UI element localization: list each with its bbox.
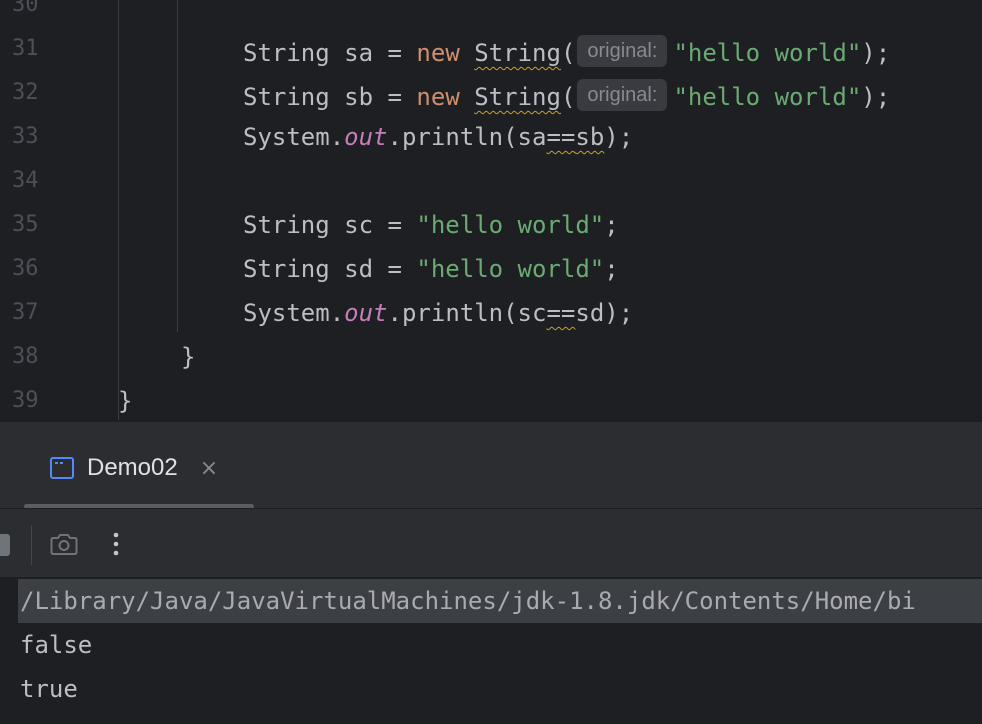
code-token: System. bbox=[243, 123, 345, 151]
code-token: "hello world" bbox=[673, 83, 862, 111]
code-text: System.out.println(sa==sb); bbox=[243, 123, 634, 151]
code-text: String sc = "hello world"; bbox=[243, 211, 619, 239]
code-token: System. bbox=[243, 299, 345, 327]
code-token: ; bbox=[604, 255, 619, 283]
code-text: } bbox=[118, 387, 133, 415]
console-command-line: /Library/Java/JavaVirtualMachines/jdk-1.… bbox=[18, 579, 982, 623]
parameter-hint: original: bbox=[577, 35, 668, 67]
code-token: = bbox=[373, 39, 417, 67]
code-token: sd); bbox=[575, 299, 634, 327]
line-number[interactable]: 33 bbox=[12, 126, 39, 148]
console-output[interactable]: /Library/Java/JavaVirtualMachines/jdk-1.… bbox=[0, 577, 982, 724]
parameter-hint: original: bbox=[577, 79, 668, 111]
code-token: new bbox=[416, 83, 460, 111]
code-token: out bbox=[344, 123, 388, 151]
code-token: .println(sa bbox=[387, 123, 547, 151]
code-token: new bbox=[416, 39, 460, 67]
code-token: .println(sc bbox=[387, 299, 547, 327]
line-number[interactable]: 34 bbox=[12, 170, 39, 192]
line-number[interactable]: 36 bbox=[12, 258, 39, 280]
code-line[interactable]: 34 bbox=[0, 159, 982, 203]
code-token: == bbox=[546, 123, 576, 151]
code-line[interactable]: 38} bbox=[0, 335, 982, 379]
code-token: } bbox=[181, 343, 196, 371]
code-token: String bbox=[243, 83, 345, 111]
code-token: ( bbox=[560, 83, 576, 111]
run-toolbar bbox=[0, 508, 982, 577]
code-token: == bbox=[546, 299, 576, 327]
code-line[interactable]: 37 System.out.println(sc==sd); bbox=[0, 291, 982, 335]
code-line[interactable]: 32 String sb = new String(original: "hello… bbox=[0, 71, 982, 115]
code-token: ); bbox=[604, 123, 634, 151]
code-token: String bbox=[243, 39, 345, 67]
code-token: String bbox=[474, 83, 561, 111]
run-configuration-icon bbox=[50, 457, 74, 479]
code-text: String sa = new String(original: "hello w… bbox=[243, 35, 891, 70]
code-editor[interactable]: 30 31 String sa = new String(original: "hel… bbox=[0, 0, 982, 422]
line-number[interactable]: 30 bbox=[12, 0, 39, 16]
code-token: ); bbox=[861, 83, 891, 111]
camera-icon[interactable] bbox=[50, 531, 78, 557]
code-token: } bbox=[118, 387, 133, 415]
code-token: ( bbox=[560, 39, 576, 67]
line-number[interactable]: 32 bbox=[12, 82, 39, 104]
code-token: = bbox=[373, 83, 417, 111]
code-line[interactable]: 35 String sc = "hello world"; bbox=[0, 203, 982, 247]
line-number[interactable]: 38 bbox=[12, 346, 39, 368]
line-number[interactable]: 31 bbox=[12, 38, 39, 60]
code-text: String sb = new String(original: "hello w… bbox=[243, 79, 891, 114]
line-number[interactable]: 39 bbox=[12, 390, 39, 412]
code-token: "hello world" bbox=[673, 39, 862, 67]
code-token: String bbox=[474, 39, 561, 67]
code-text: System.out.println(sc==sd); bbox=[243, 299, 634, 327]
close-icon[interactable]: × bbox=[200, 456, 218, 481]
code-token: "hello world" bbox=[416, 255, 605, 283]
run-tool-window: Demo02 × /Library/Java/JavaVirtualMachin… bbox=[0, 422, 982, 724]
run-tab-bar: Demo02 × bbox=[0, 428, 982, 509]
code-token: ; bbox=[604, 211, 619, 239]
code-line[interactable]: 33 System.out.println(sa==sb); bbox=[0, 115, 982, 159]
code-text: String sd = "hello world"; bbox=[243, 255, 619, 283]
toolbar-divider bbox=[31, 525, 32, 565]
code-line[interactable]: 39} bbox=[0, 379, 982, 422]
code-token: String sd = bbox=[243, 255, 417, 283]
code-token: sb bbox=[575, 123, 605, 151]
code-text: } bbox=[181, 343, 196, 371]
code-line[interactable]: 36 String sd = "hello world"; bbox=[0, 247, 982, 291]
console-output-line: true bbox=[20, 675, 78, 703]
line-number[interactable]: 35 bbox=[12, 214, 39, 236]
tab-demo02[interactable]: Demo02 × bbox=[44, 448, 218, 488]
code-token: sa bbox=[344, 39, 374, 67]
stop-icon[interactable] bbox=[0, 534, 10, 556]
code-token: ); bbox=[861, 39, 891, 67]
code-token: sb bbox=[344, 83, 374, 111]
code-token: out bbox=[344, 299, 388, 327]
code-token: String sc = bbox=[243, 211, 417, 239]
more-vertical-icon[interactable] bbox=[104, 529, 128, 559]
tab-label: Demo02 bbox=[87, 454, 178, 481]
code-line[interactable]: 30 bbox=[0, 0, 982, 27]
line-number[interactable]: 37 bbox=[12, 302, 39, 324]
console-output-line: false bbox=[20, 631, 93, 659]
code-line[interactable]: 31 String sa = new String(original: "hello… bbox=[0, 27, 982, 71]
code-token: "hello world" bbox=[416, 211, 605, 239]
